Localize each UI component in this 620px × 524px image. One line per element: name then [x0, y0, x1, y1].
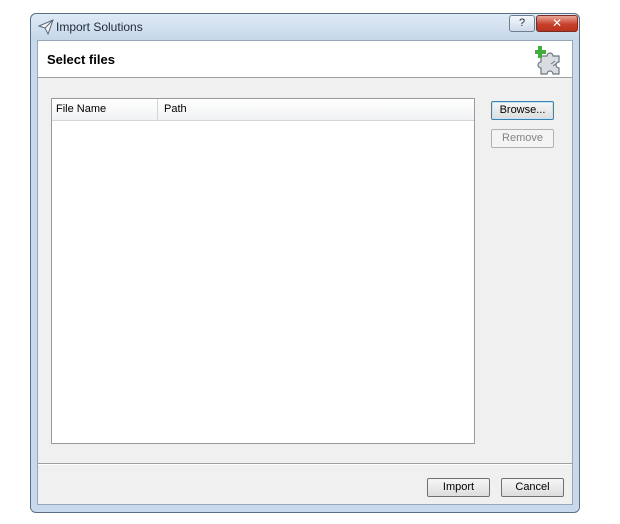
cancel-button[interactable]: Cancel — [501, 478, 564, 497]
file-list-header: File Name Path — [52, 99, 474, 121]
import-button[interactable]: Import — [427, 478, 490, 497]
footer-divider — [38, 463, 572, 465]
column-header-file-name[interactable]: File Name — [52, 99, 158, 120]
page-title: Select files — [47, 52, 115, 67]
close-button[interactable]: ✕ — [536, 15, 578, 32]
title-bar[interactable]: Import Solutions ? ✕ — [31, 14, 579, 40]
remove-button: Remove — [491, 129, 554, 148]
close-icon: ✕ — [551, 16, 563, 30]
help-icon: ? — [518, 17, 526, 29]
window-title: Import Solutions — [56, 20, 143, 34]
browse-button[interactable]: Browse... — [491, 101, 554, 120]
help-button[interactable]: ? — [509, 15, 535, 32]
dialog-body: Select files File Name Path Browse... Re… — [37, 40, 573, 505]
file-list[interactable]: File Name Path — [51, 98, 475, 444]
paper-plane-icon — [37, 19, 54, 36]
import-solutions-dialog: Import Solutions ? ✕ Select files File N… — [30, 13, 580, 513]
header-band: Select files — [38, 41, 572, 78]
column-header-path[interactable]: Path — [158, 99, 187, 120]
puzzle-add-icon — [534, 44, 567, 76]
